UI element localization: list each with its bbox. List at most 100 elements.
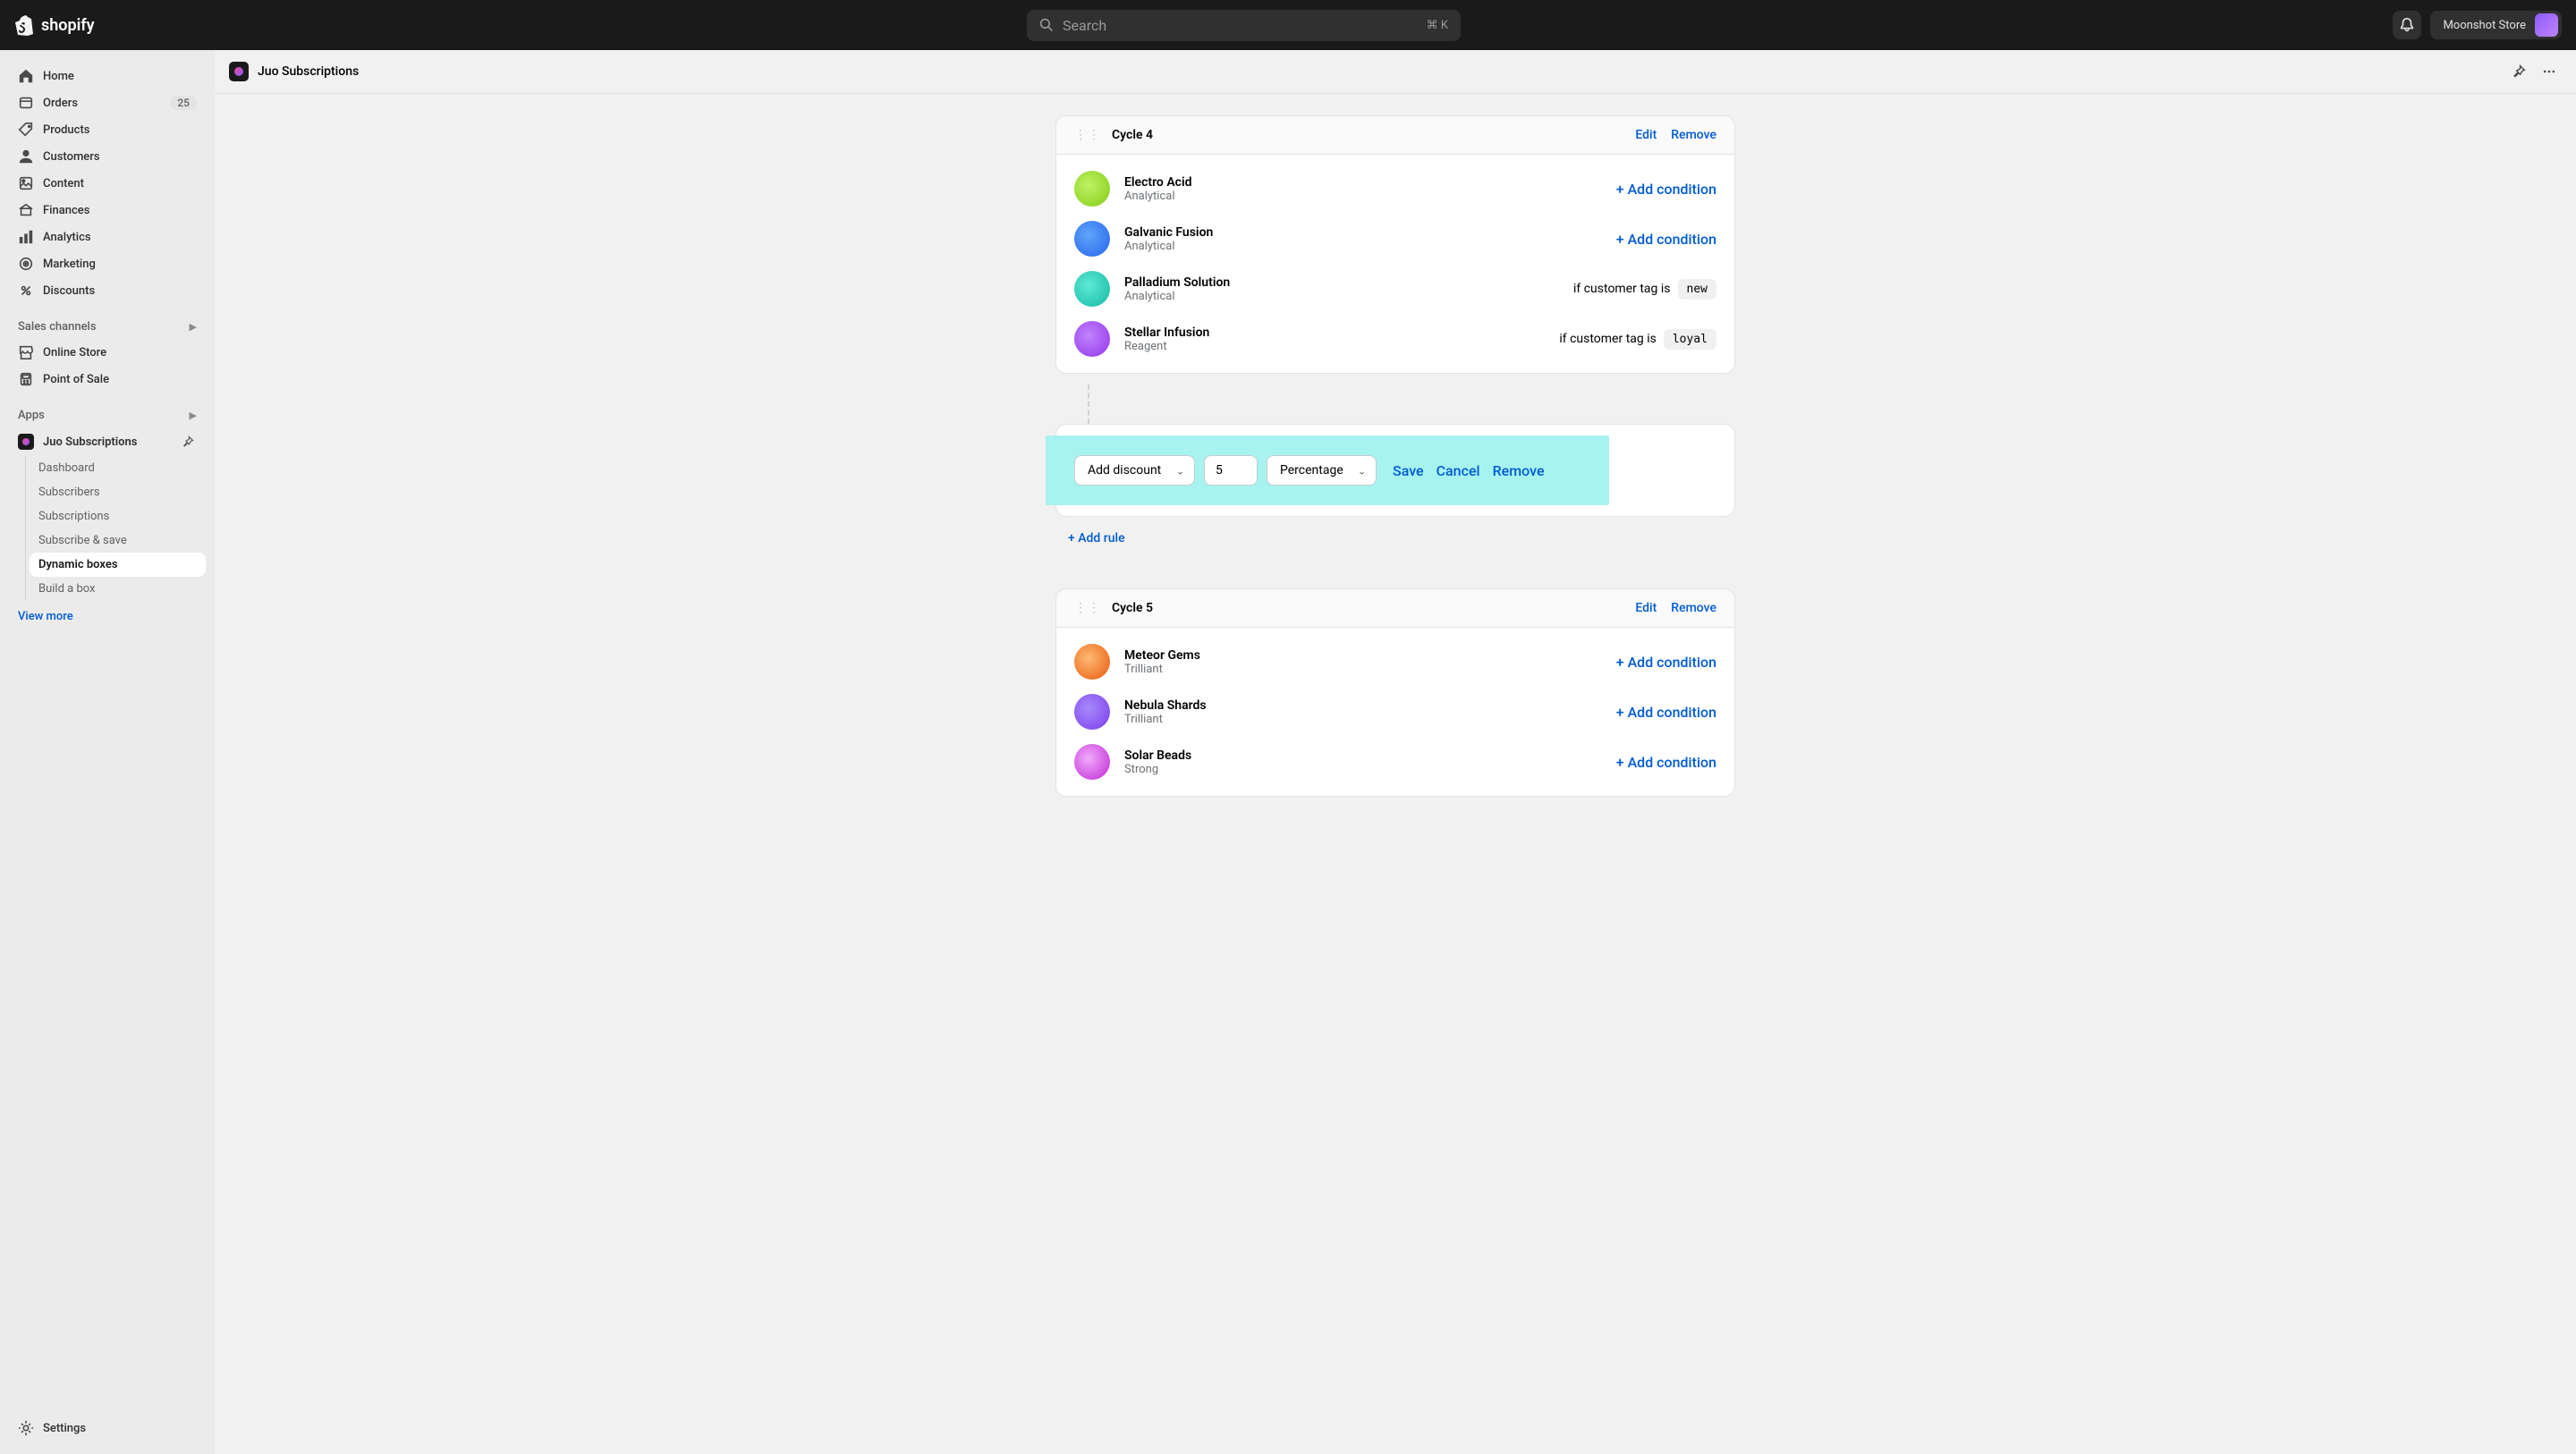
subitem-dashboard[interactable]: Dashboard — [30, 456, 206, 480]
nav-analytics[interactable]: Analytics — [9, 224, 206, 250]
add-condition-button[interactable]: + Add condition — [1616, 754, 1716, 771]
edit-cycle-button[interactable]: Edit — [1635, 601, 1657, 615]
product-variant: Analytical — [1124, 240, 1213, 253]
pin-icon[interactable] — [179, 433, 197, 451]
page-app-icon — [229, 62, 249, 81]
nav-finances[interactable]: Finances — [9, 197, 206, 224]
drag-handle-icon[interactable]: ⋮⋮ — [1074, 128, 1101, 142]
product-avatar — [1074, 744, 1110, 780]
add-condition-button[interactable]: + Add condition — [1616, 704, 1716, 721]
product-name: Galvanic Fusion — [1124, 225, 1213, 240]
nav-label: Home — [43, 70, 74, 83]
nav-orders[interactable]: Orders 25 — [9, 89, 206, 116]
product-variant: Strong — [1124, 763, 1191, 776]
discount-type-select[interactable]: Add discount — [1074, 455, 1195, 486]
product-row: Solar Beads Strong + Add condition — [1074, 737, 1716, 787]
product-variant: Reagent — [1124, 340, 1209, 353]
sales-channels-header[interactable]: Sales channels ▶ — [9, 315, 206, 339]
more-actions-button[interactable] — [2537, 59, 2562, 84]
app-label: Juo Subscriptions — [43, 435, 137, 449]
subitem-dynamic-boxes[interactable]: Dynamic boxes — [30, 553, 206, 577]
product-row: Meteor Gems Trilliant + Add condition — [1074, 637, 1716, 687]
edit-cycle-button[interactable]: Edit — [1635, 128, 1657, 142]
product-row: Galvanic Fusion Analytical + Add conditi… — [1074, 214, 1716, 264]
page-header: Juo Subscriptions — [215, 50, 2576, 94]
drag-handle-icon[interactable]: ⋮⋮ — [1074, 601, 1101, 615]
condition-display: if customer tag is new — [1573, 279, 1716, 300]
cancel-button[interactable]: Cancel — [1436, 462, 1480, 479]
nav-label: Settings — [43, 1422, 86, 1435]
search-placeholder: Search — [1063, 17, 1106, 34]
discount-unit-select[interactable]: Percentage — [1267, 455, 1377, 486]
nav-label: Analytics — [43, 231, 91, 244]
add-condition-button[interactable]: + Add condition — [1616, 181, 1716, 198]
store-menu-button[interactable]: Moonshot Store — [2430, 11, 2562, 39]
orders-badge: 25 — [170, 96, 197, 110]
product-variant: Trilliant — [1124, 713, 1207, 726]
home-icon — [18, 68, 34, 84]
app-juo-subscriptions[interactable]: Juo Subscriptions — [9, 427, 206, 456]
product-variant: Analytical — [1124, 290, 1230, 303]
nav-content[interactable]: Content — [9, 170, 206, 197]
cycle-title: Cycle 5 — [1112, 601, 1153, 615]
store-avatar — [2535, 13, 2558, 37]
nav-home[interactable]: Home — [9, 63, 206, 89]
discount-editor-card: Add discount Percentage Save Cancel — [1055, 424, 1735, 517]
nav-products[interactable]: Products — [9, 116, 206, 143]
add-condition-button[interactable]: + Add condition — [1616, 654, 1716, 671]
nav-label: Content — [43, 177, 84, 190]
search-shortcut: ⌘ K — [1427, 19, 1448, 32]
channel-online-store[interactable]: Online Store — [9, 339, 206, 366]
cycle-card: ⋮⋮ Cycle 5 Edit Remove — [1055, 588, 1735, 797]
discount-value-input[interactable] — [1204, 455, 1258, 486]
nav-label: Products — [43, 123, 89, 137]
condition-prefix: if customer tag is — [1573, 282, 1671, 296]
remove-cycle-button[interactable]: Remove — [1671, 128, 1716, 142]
product-row: Palladium Solution Analytical if custome… — [1074, 264, 1716, 314]
search-input[interactable]: Search ⌘ K — [1027, 10, 1461, 41]
pos-icon — [18, 371, 34, 387]
store-icon — [18, 344, 34, 360]
add-rule-button[interactable]: + Add rule — [1055, 517, 1138, 560]
product-row: Stellar Infusion Reagent if customer tag… — [1074, 314, 1716, 364]
product-name: Solar Beads — [1124, 748, 1191, 763]
subitem-build-box[interactable]: Build a box — [30, 577, 206, 601]
brand-logo[interactable]: shopify — [14, 14, 95, 36]
content-icon — [18, 175, 34, 191]
subitem-subscriptions[interactable]: Subscriptions — [30, 504, 206, 528]
pin-page-button[interactable] — [2506, 59, 2531, 84]
nav-marketing[interactable]: Marketing — [9, 250, 206, 277]
product-variant: Trilliant — [1124, 663, 1200, 676]
chevron-right-icon: ▶ — [190, 410, 197, 421]
view-more-link[interactable]: View more — [9, 601, 206, 632]
nav-customers[interactable]: Customers — [9, 143, 206, 170]
product-variant: Analytical — [1124, 190, 1191, 203]
product-name: Meteor Gems — [1124, 648, 1200, 663]
connector-line — [1088, 385, 1089, 424]
remove-button[interactable]: Remove — [1493, 462, 1545, 479]
save-button[interactable]: Save — [1393, 462, 1424, 479]
notifications-button[interactable] — [2393, 11, 2421, 39]
condition-prefix: if customer tag is — [1559, 332, 1657, 346]
section-label: Apps — [18, 409, 45, 422]
nav-label: Finances — [43, 204, 89, 217]
remove-cycle-button[interactable]: Remove — [1671, 601, 1716, 615]
subitem-subscribers[interactable]: Subscribers — [30, 480, 206, 504]
subitem-subscribe-save[interactable]: Subscribe & save — [30, 528, 206, 553]
nav-label: Orders — [43, 97, 78, 110]
channel-pos[interactable]: Point of Sale — [9, 366, 206, 393]
content-area: Juo Subscriptions ⋮⋮ Cycle 4 Edi — [215, 50, 2576, 1454]
cycle-title: Cycle 4 — [1112, 128, 1153, 142]
sidebar: Home Orders 25 Products Customers Conten… — [0, 50, 215, 1454]
page-title: Juo Subscriptions — [258, 64, 359, 79]
nav-settings[interactable]: Settings — [9, 1415, 206, 1441]
product-avatar — [1074, 271, 1110, 307]
condition-tag: new — [1678, 279, 1716, 300]
products-icon — [18, 122, 34, 138]
nav-label: Marketing — [43, 258, 96, 271]
apps-header[interactable]: Apps ▶ — [9, 403, 206, 427]
nav-discounts[interactable]: Discounts — [9, 277, 206, 304]
finances-icon — [18, 202, 34, 218]
add-condition-button[interactable]: + Add condition — [1616, 231, 1716, 248]
product-name: Stellar Infusion — [1124, 325, 1209, 340]
